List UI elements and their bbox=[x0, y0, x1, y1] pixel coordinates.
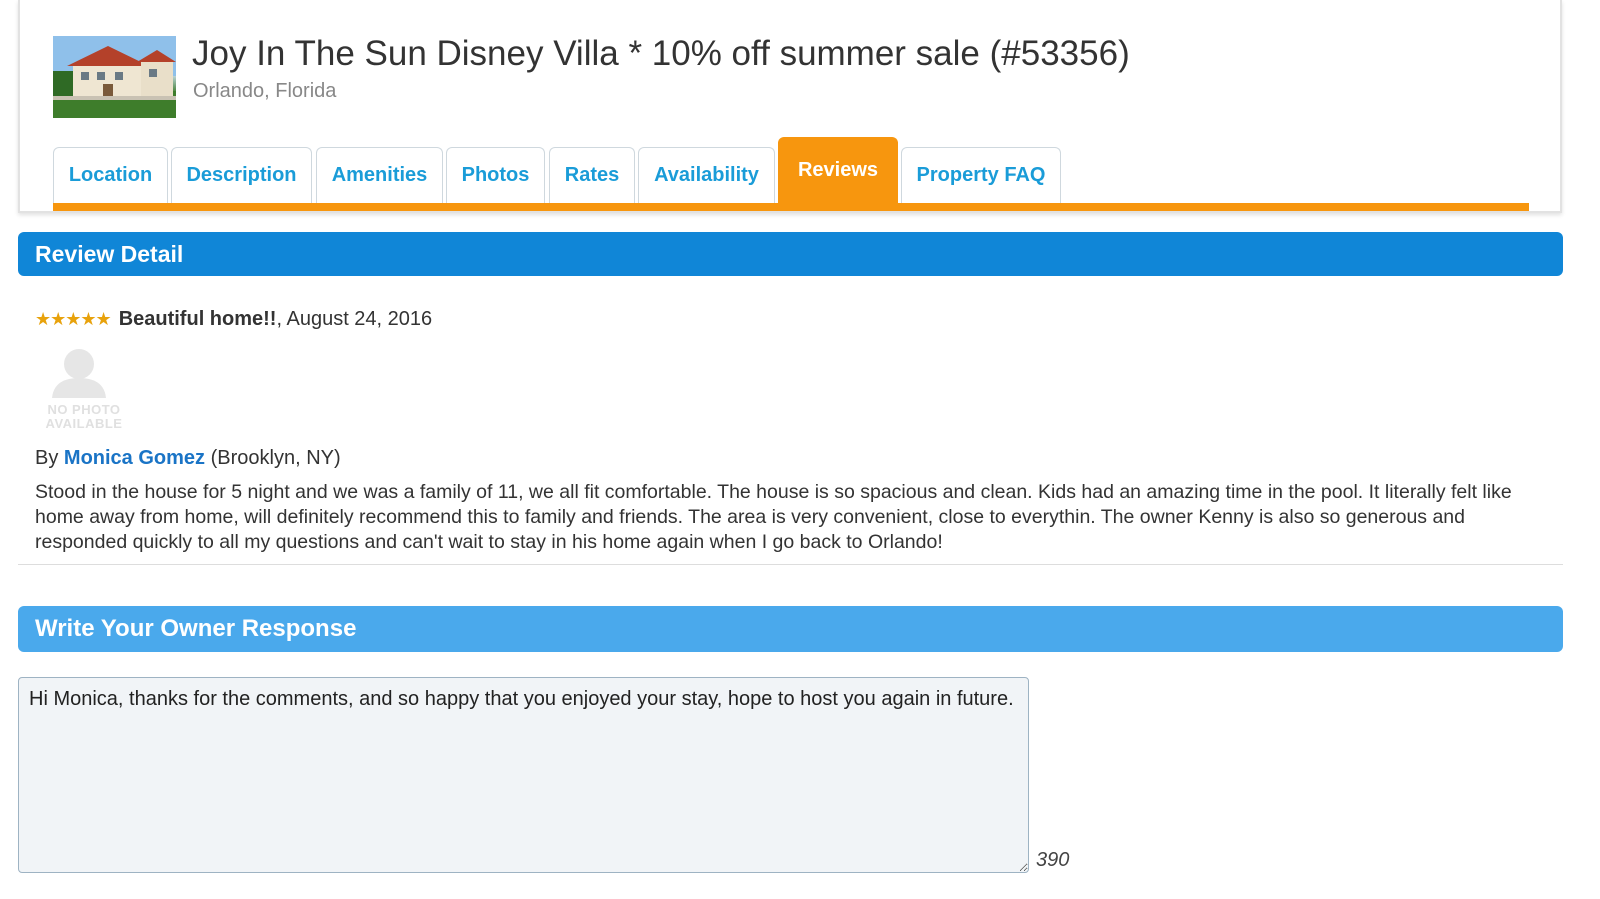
tab-photos[interactable]: Photos bbox=[446, 147, 545, 203]
tab-reviews[interactable]: Reviews bbox=[778, 137, 898, 203]
property-thumbnail[interactable] bbox=[53, 36, 176, 118]
reviewer-byline: By Monica Gomez (Brooklyn, NY) bbox=[35, 447, 341, 469]
reviewer-location: (Brooklyn, NY) bbox=[205, 447, 341, 469]
divider bbox=[18, 564, 1563, 565]
review-detail-heading: Review Detail bbox=[18, 232, 1563, 276]
tab-underline-bar bbox=[53, 203, 1529, 211]
listing-title: Joy In The Sun Disney Villa * 10% off su… bbox=[192, 34, 1130, 73]
owner-response-textarea[interactable] bbox=[18, 677, 1029, 873]
tab-property-faq[interactable]: Property FAQ bbox=[901, 147, 1061, 203]
star-rating-icon: ★★★★★ bbox=[35, 309, 112, 329]
tab-location[interactable]: Location bbox=[53, 147, 168, 203]
listing-location: Orlando, Florida bbox=[193, 80, 337, 102]
reviewer-name-link[interactable]: Monica Gomez bbox=[64, 447, 205, 469]
tab-rates[interactable]: Rates bbox=[549, 147, 635, 203]
house-photo-icon bbox=[53, 36, 176, 118]
person-silhouette-icon bbox=[52, 349, 106, 398]
avatar: NO PHOTO AVAILABLE bbox=[40, 348, 128, 434]
no-photo-label: NO PHOTO AVAILABLE bbox=[45, 402, 123, 431]
review-date: , August 24, 2016 bbox=[276, 308, 433, 330]
tab-availability[interactable]: Availability bbox=[638, 147, 775, 203]
listing-tabs: Location Description Amenities Photos Ra… bbox=[53, 137, 1529, 203]
review-title: Beautiful home!! bbox=[118, 308, 277, 330]
owner-response-heading: Write Your Owner Response bbox=[18, 606, 1563, 652]
tab-description[interactable]: Description bbox=[171, 147, 312, 203]
tab-amenities[interactable]: Amenities bbox=[316, 147, 443, 203]
review-body: Stood in the house for 5 night and we wa… bbox=[35, 481, 1512, 553]
character-counter: 390 bbox=[1036, 849, 1070, 871]
review-header: ★★★★★ Beautiful home!! , August 24, 2016 bbox=[35, 308, 432, 331]
